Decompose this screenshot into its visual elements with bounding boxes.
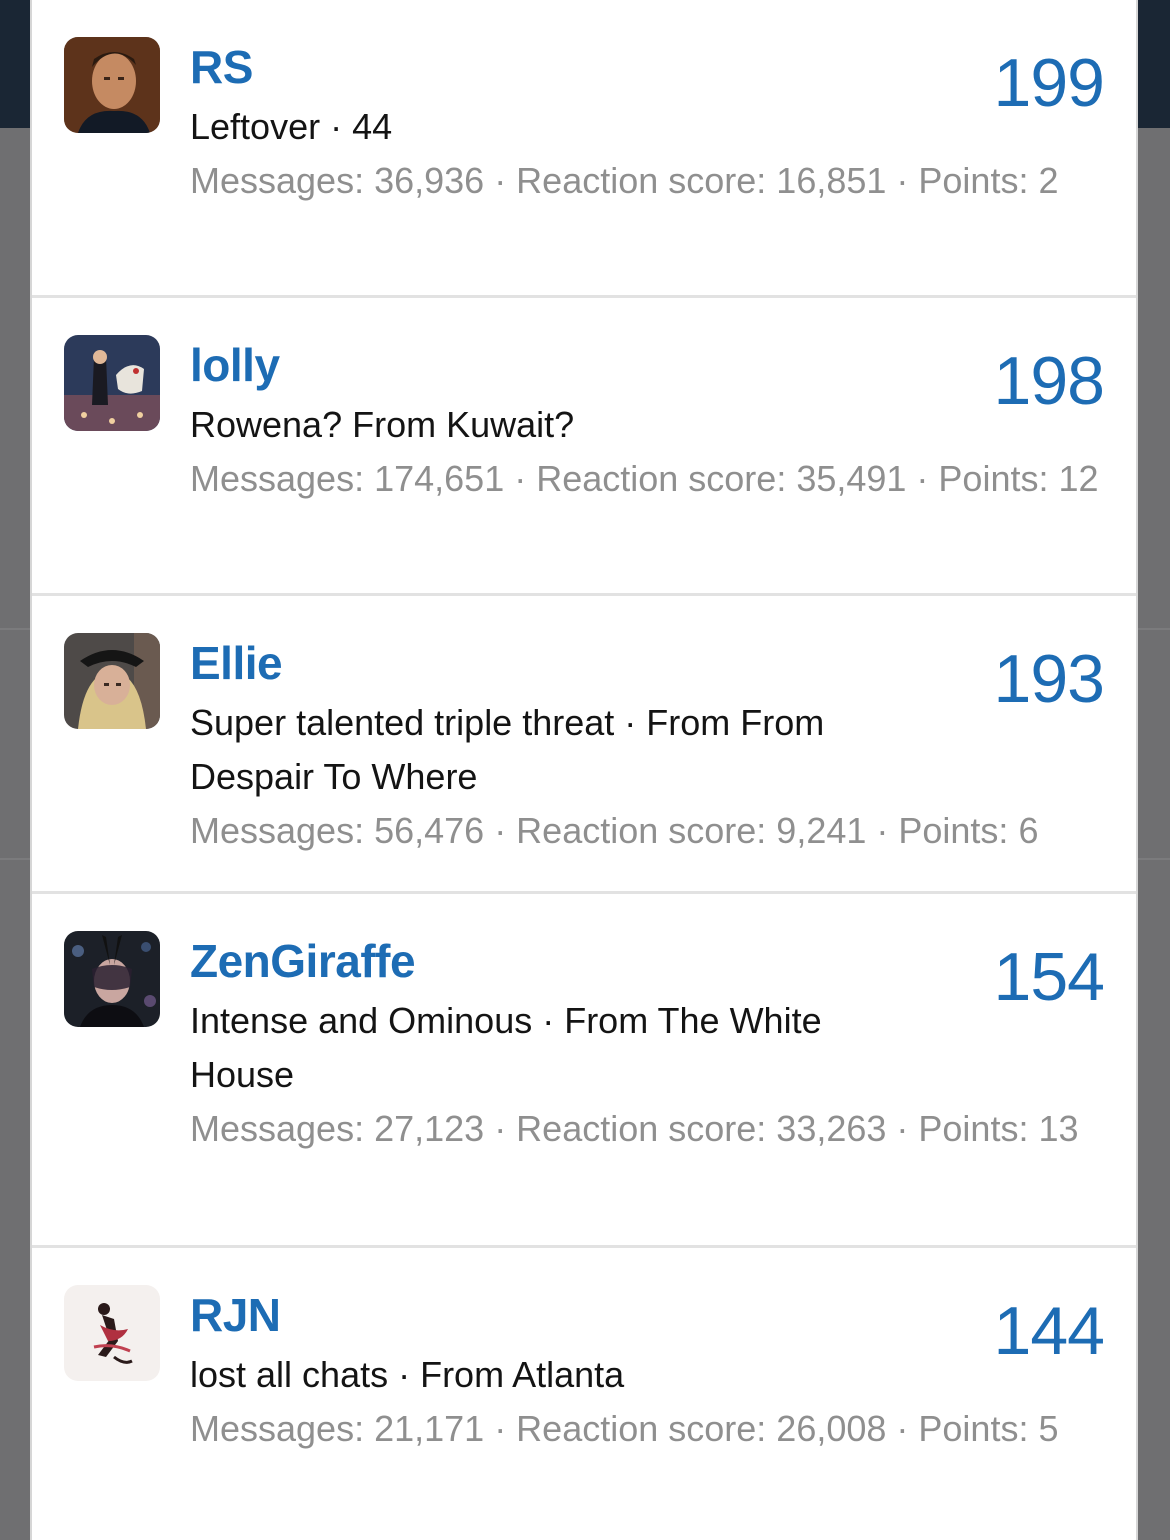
- user-stats: Messages: 27,123 · Reaction score: 33,26…: [190, 1108, 1079, 1149]
- username-link[interactable]: RS: [190, 40, 253, 94]
- score-value: 193: [993, 641, 1105, 717]
- masked-woman-avatar[interactable]: [64, 931, 160, 1027]
- user-title: Leftover · 44: [190, 106, 393, 147]
- member-row[interactable]: ZenGiraffe 154 Intense and Ominous · Fro…: [32, 894, 1136, 1248]
- username-link[interactable]: RJN: [190, 1288, 281, 1342]
- blonde-woman-hat-avatar[interactable]: [64, 633, 160, 729]
- carousel-horse-avatar[interactable]: [64, 335, 160, 431]
- user-title: Intense and Ominous · From The White Hou…: [190, 1000, 822, 1095]
- user-title: Super talented triple threat · From From…: [190, 702, 825, 797]
- user-stats: Messages: 174,651 · Reaction score: 35,4…: [190, 458, 1099, 499]
- username-link[interactable]: lolly: [190, 338, 280, 392]
- member-row[interactable]: RS 199 Leftover · 44 Messages: 36,936 · …: [32, 0, 1136, 298]
- user-title: Rowena? From Kuwait?: [190, 404, 575, 445]
- user-stats: Messages: 21,171 · Reaction score: 26,00…: [190, 1408, 1059, 1449]
- user-stats: Messages: 36,936 · Reaction score: 16,85…: [190, 160, 1059, 201]
- man-portrait-avatar[interactable]: [64, 37, 160, 133]
- member-row[interactable]: RJN 144 lost all chats · From Atlanta Me…: [32, 1248, 1136, 1540]
- dancer-illustration-avatar[interactable]: [64, 1285, 160, 1381]
- username-link[interactable]: ZenGiraffe: [190, 934, 416, 988]
- member-row[interactable]: lolly 198 Rowena? From Kuwait? Messages:…: [32, 298, 1136, 596]
- member-list-overlay: RS 199 Leftover · 44 Messages: 36,936 · …: [30, 0, 1138, 1540]
- user-title: lost all chats · From Atlanta: [190, 1354, 625, 1395]
- score-value: 199: [993, 45, 1105, 121]
- score-value: 144: [993, 1293, 1105, 1369]
- username-link[interactable]: Ellie: [190, 636, 283, 690]
- member-row[interactable]: Ellie 193 Super talented triple threat ·…: [32, 596, 1136, 894]
- score-value: 198: [993, 343, 1105, 419]
- score-value: 154: [993, 939, 1105, 1015]
- user-stats: Messages: 56,476 · Reaction score: 9,241…: [190, 810, 1039, 851]
